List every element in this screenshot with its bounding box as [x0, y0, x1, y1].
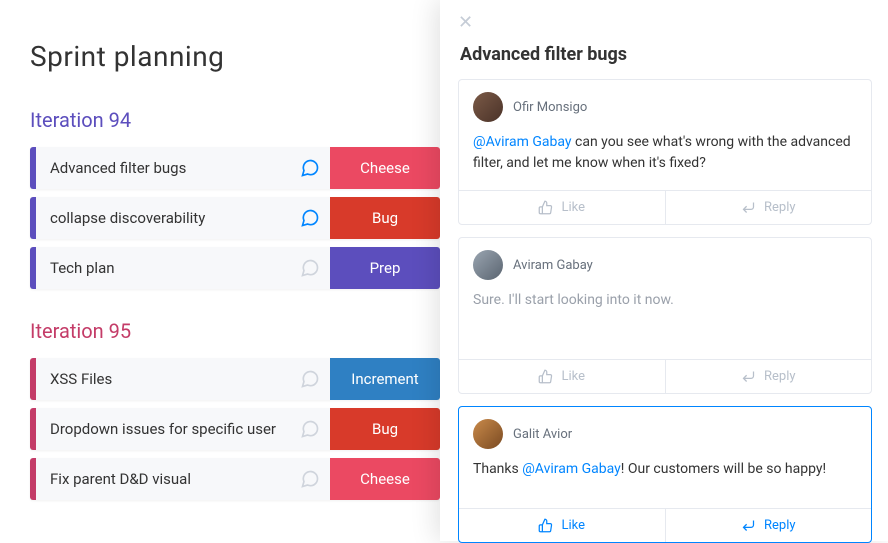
comment-text: Sure. I'll start looking into it now.: [473, 290, 857, 311]
task-row[interactable]: Fix parent D&D visual Cheese: [30, 458, 440, 500]
close-icon[interactable]: ✕: [458, 14, 476, 32]
comment-actions: Like Reply: [459, 359, 871, 393]
task-title: XSS Files: [36, 358, 290, 400]
avatar: [473, 250, 503, 280]
reply-icon: [741, 200, 756, 215]
reply-button[interactable]: Reply: [665, 509, 872, 542]
iteration-94-rows: Advanced filter bugs Cheese collapse dis…: [30, 147, 440, 289]
like-button[interactable]: Like: [459, 360, 665, 393]
comment-author: Aviram Gabay: [513, 258, 593, 273]
task-tag[interactable]: Cheese: [330, 458, 440, 500]
task-row[interactable]: collapse discoverability Bug: [30, 197, 440, 239]
task-tag[interactable]: Bug: [330, 408, 440, 450]
thumbs-up-icon: [538, 518, 553, 533]
task-tag[interactable]: Prep: [330, 247, 440, 289]
chat-icon[interactable]: [290, 197, 330, 239]
reply-icon: [741, 369, 756, 384]
task-row[interactable]: XSS Files Increment: [30, 358, 440, 400]
chat-icon[interactable]: [290, 408, 330, 450]
task-row[interactable]: Advanced filter bugs Cheese: [30, 147, 440, 189]
task-row[interactable]: Tech plan Prep: [30, 247, 440, 289]
reply-icon: [741, 518, 756, 533]
thumbs-up-icon: [538, 200, 553, 215]
comment-author: Galit Avior: [513, 427, 572, 442]
chat-icon[interactable]: [290, 247, 330, 289]
comment: Ofir Monsigo @Aviram Gabay can you see w…: [458, 79, 872, 225]
panel-title: Advanced filter bugs: [460, 44, 872, 65]
reply-button[interactable]: Reply: [665, 360, 872, 393]
comment-actions: Like Reply: [459, 190, 871, 224]
like-button[interactable]: Like: [459, 509, 665, 542]
task-title: Dropdown issues for specific user: [36, 408, 290, 450]
page-title: Sprint planning: [30, 40, 440, 73]
iteration-header-94: Iteration 94: [30, 108, 440, 132]
chat-icon[interactable]: [290, 147, 330, 189]
task-tag[interactable]: Bug: [330, 197, 440, 239]
task-title: Tech plan: [36, 247, 290, 289]
task-tag[interactable]: Increment: [330, 358, 440, 400]
iteration-header-95: Iteration 95: [30, 319, 440, 343]
like-button[interactable]: Like: [459, 191, 665, 224]
comment-text: Thanks @Aviram Gabay! Our customers will…: [473, 459, 857, 480]
task-row[interactable]: Dropdown issues for specific user Bug: [30, 408, 440, 450]
comment: Galit Avior Thanks @Aviram Gabay! Our cu…: [458, 406, 872, 543]
task-title: collapse discoverability: [36, 197, 290, 239]
comment: Aviram Gabay Sure. I'll start looking in…: [458, 237, 872, 394]
comment-author: Ofir Monsigo: [513, 100, 587, 115]
comment-actions: Like Reply: [459, 508, 871, 542]
mention[interactable]: @Aviram Gabay: [522, 461, 621, 477]
task-title: Advanced filter bugs: [36, 147, 290, 189]
avatar: [473, 419, 503, 449]
reply-button[interactable]: Reply: [665, 191, 872, 224]
mention[interactable]: @Aviram Gabay: [473, 134, 572, 150]
comment-text: @Aviram Gabay can you see what's wrong w…: [473, 132, 857, 174]
task-tag[interactable]: Cheese: [330, 147, 440, 189]
chat-icon[interactable]: [290, 358, 330, 400]
task-title: Fix parent D&D visual: [36, 458, 290, 500]
chat-icon[interactable]: [290, 458, 330, 500]
avatar: [473, 92, 503, 122]
comments-panel: ✕ Advanced filter bugs Ofir Monsigo @Avi…: [440, 0, 888, 541]
iteration-95-rows: XSS Files Increment Dropdown issues for …: [30, 358, 440, 500]
thumbs-up-icon: [538, 369, 553, 384]
